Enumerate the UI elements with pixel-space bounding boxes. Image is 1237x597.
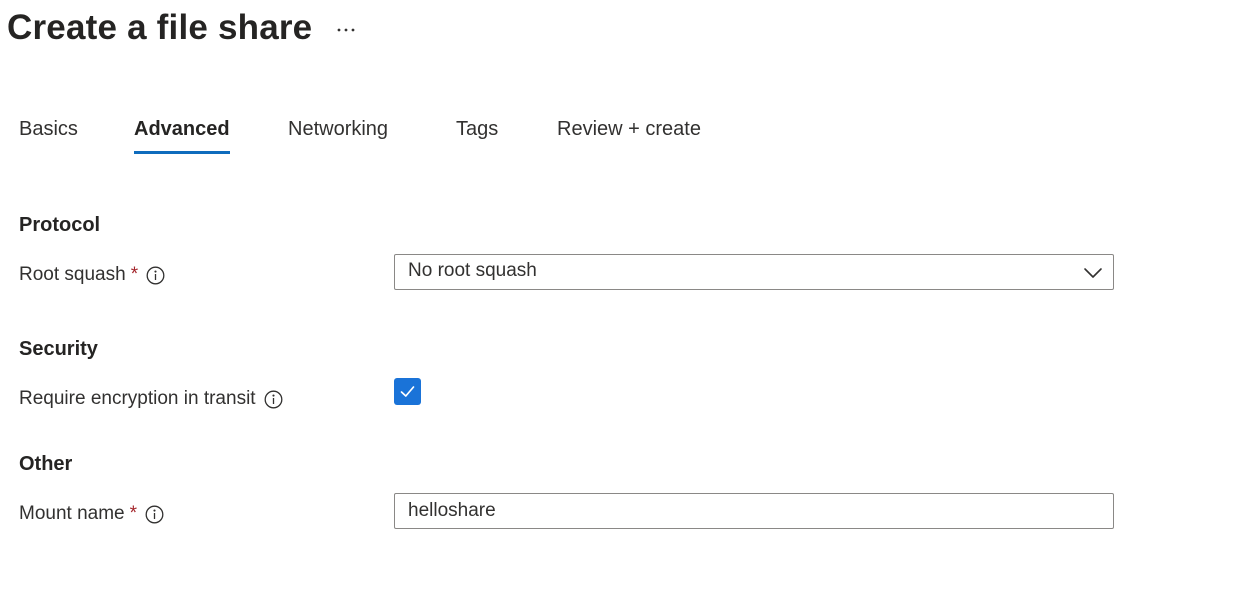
mount-name-label-row: Mount name * (19, 503, 164, 525)
checkmark-icon (400, 386, 415, 397)
encryption-label-row: Require encryption in transit (19, 388, 283, 410)
encryption-label: Require encryption in transit (19, 388, 256, 409)
page-title: Create a file share (7, 8, 313, 47)
info-icon[interactable] (145, 505, 164, 524)
required-marker: * (129, 503, 138, 524)
mount-name-label: Mount name (19, 503, 125, 524)
more-options-button[interactable] (330, 17, 362, 43)
mount-name-input[interactable] (394, 493, 1114, 529)
tab-tags[interactable]: Tags (456, 118, 498, 151)
section-heading-security: Security (19, 338, 98, 360)
more-horizontal-icon (337, 28, 355, 32)
root-squash-label: Root squash (19, 264, 126, 285)
tab-advanced[interactable]: Advanced (134, 118, 230, 154)
required-marker: * (130, 264, 139, 285)
info-icon[interactable] (264, 390, 283, 409)
info-icon[interactable] (146, 266, 165, 285)
tab-basics[interactable]: Basics (19, 118, 78, 151)
root-squash-label-row: Root squash * (19, 264, 165, 286)
root-squash-selected-value: No root squash (408, 260, 537, 281)
tab-review-create[interactable]: Review + create (557, 118, 701, 151)
root-squash-dropdown[interactable]: No root squash (394, 254, 1114, 290)
tab-networking[interactable]: Networking (288, 118, 388, 151)
section-heading-protocol: Protocol (19, 214, 101, 236)
section-heading-other: Other (19, 453, 73, 475)
encryption-checkbox[interactable] (394, 378, 421, 405)
chevron-down-icon (1084, 268, 1102, 278)
